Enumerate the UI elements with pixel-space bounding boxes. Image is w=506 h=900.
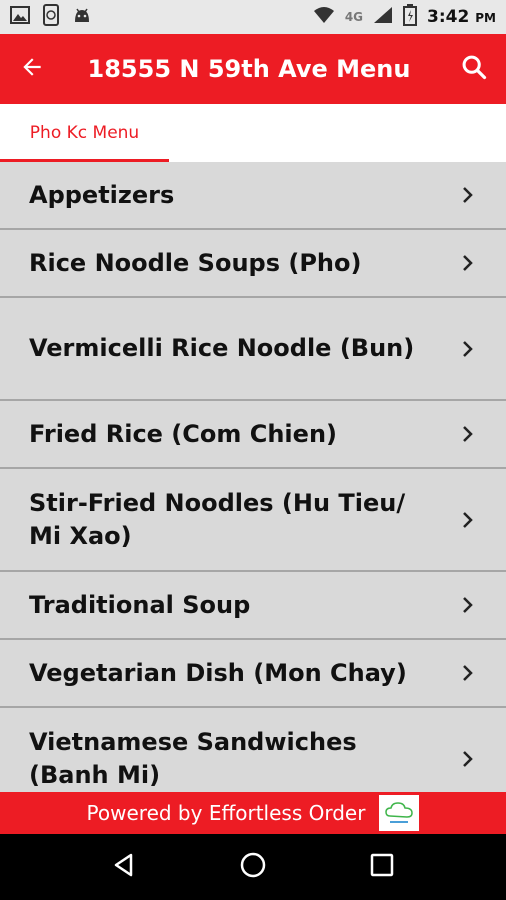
chevron-right-icon <box>460 187 476 203</box>
list-item-label: Vermicelli Rice Noodle (Bun) <box>29 334 415 362</box>
signal-icon <box>373 6 393 28</box>
list-item-vermicelli-rice-noodle[interactable]: Vermicelli Rice Noodle (Bun) <box>0 298 506 401</box>
phone-sync-icon <box>42 4 60 30</box>
chevron-right-icon <box>460 665 476 681</box>
tab-label: Pho Kc Menu <box>29 123 140 143</box>
tab-bar: Pho Kc Menu <box>0 104 506 162</box>
chevron-right-icon <box>460 340 476 357</box>
list-item-vietnamese-sandwiches[interactable]: Vietnamese Sandwiches (Banh Mi) <box>0 708 506 792</box>
network-type: 4G <box>344 10 364 24</box>
chevron-right-icon <box>460 255 476 271</box>
list-item-rice-noodle-soups[interactable]: Rice Noodle Soups (Pho) <box>0 230 506 298</box>
list-item-label: Stir-Fried Noodles (Hu Tieu/ Mi Xao) <box>29 488 406 550</box>
image-icon <box>10 6 30 28</box>
list-item-appetizers[interactable]: Appetizers <box>0 162 506 230</box>
chevron-right-icon <box>460 511 476 528</box>
wifi-icon <box>313 6 335 28</box>
list-item-label: Vietnamese Sandwiches (Banh Mi) <box>29 727 357 789</box>
home-circle-icon <box>239 851 267 883</box>
menu-category-list[interactable]: Appetizers Rice Noodle Soups (Pho) Vermi… <box>0 162 506 792</box>
page-title: 18555 N 59th Ave Menu <box>87 55 411 83</box>
status-bar: 4G 3:42 PM <box>0 0 506 34</box>
list-item-vegetarian-dish[interactable]: Vegetarian Dish (Mon Chay) <box>0 640 506 708</box>
tab-pho-kc-menu[interactable]: Pho Kc Menu <box>0 104 169 162</box>
list-item-stir-fried-noodles[interactable]: Stir-Fried Noodles (Hu Tieu/ Mi Xao) <box>0 469 506 572</box>
app-bar: 18555 N 59th Ave Menu <box>0 34 506 104</box>
back-button[interactable] <box>0 34 64 104</box>
status-time: 3:42 PM <box>427 7 496 27</box>
battery-icon <box>403 4 418 30</box>
back-triangle-icon <box>111 852 137 882</box>
system-nav-bar <box>0 834 506 900</box>
powered-by-footer[interactable]: Powered by Effortless Order <box>0 792 506 834</box>
list-item-label: Vegetarian Dish (Mon Chay) <box>29 658 407 687</box>
list-item-label: Rice Noodle Soups (Pho) <box>29 248 362 277</box>
list-item-label: Traditional Soup <box>29 590 251 619</box>
nav-recents-button[interactable] <box>352 837 412 897</box>
nav-home-button[interactable] <box>223 837 283 897</box>
chevron-right-icon <box>460 426 476 442</box>
list-item-label: Appetizers <box>29 180 175 209</box>
search-icon <box>460 53 488 85</box>
recents-square-icon <box>370 853 394 881</box>
list-item-fried-rice[interactable]: Fried Rice (Com Chien) <box>0 401 506 469</box>
chevron-right-icon <box>460 597 476 613</box>
footer-text: Powered by Effortless Order <box>86 801 366 825</box>
effortless-order-logo <box>379 795 420 831</box>
list-item-traditional-soup[interactable]: Traditional Soup <box>0 572 506 640</box>
arrow-left-icon <box>19 54 45 84</box>
search-button[interactable] <box>442 34 506 104</box>
chevron-right-icon <box>460 750 476 767</box>
android-icon <box>72 6 92 28</box>
nav-back-button[interactable] <box>94 837 154 897</box>
list-item-label: Fried Rice (Com Chien) <box>29 419 337 448</box>
